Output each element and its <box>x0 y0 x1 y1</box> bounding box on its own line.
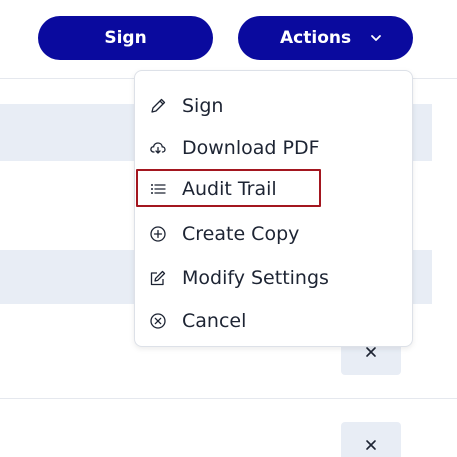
actions-button-label: Actions <box>280 28 352 48</box>
menu-item-modify-settings[interactable]: Modify Settings <box>135 258 412 298</box>
menu-item-create-copy[interactable]: Create Copy <box>135 214 412 254</box>
menu-item-cancel[interactable]: Cancel <box>135 301 412 341</box>
edit-square-icon <box>150 270 166 286</box>
menu-item-audit-trail[interactable]: Audit Trail <box>135 169 412 209</box>
menu-item-label: Create Copy <box>182 223 300 245</box>
row-divider <box>0 398 457 399</box>
menu-item-label: Audit Trail <box>182 178 277 200</box>
cloud-download-icon <box>150 142 166 154</box>
actions-dropdown-button[interactable]: Actions <box>238 16 413 60</box>
circle-x-icon <box>150 313 166 329</box>
menu-item-label: Cancel <box>182 310 247 332</box>
sign-button-label: Sign <box>104 28 147 48</box>
menu-item-label: Sign <box>182 95 224 117</box>
sign-button[interactable]: Sign <box>38 16 213 60</box>
top-toolbar: Sign Actions <box>0 0 457 79</box>
pencil-icon <box>151 98 166 113</box>
menu-item-download-pdf[interactable]: Download PDF <box>135 128 412 168</box>
menu-item-label: Modify Settings <box>182 267 329 289</box>
actions-dropdown-menu: Sign Download PDF Audit Trail Create Cop… <box>134 70 413 347</box>
circle-plus-icon <box>150 226 166 242</box>
menu-item-sign[interactable]: Sign <box>135 86 412 126</box>
chevron-down-icon <box>371 35 381 41</box>
menu-item-label: Download PDF <box>182 137 320 159</box>
close-icon <box>366 347 376 357</box>
remove-row-button[interactable] <box>341 422 401 457</box>
list-icon <box>151 184 166 194</box>
close-icon <box>366 440 376 450</box>
